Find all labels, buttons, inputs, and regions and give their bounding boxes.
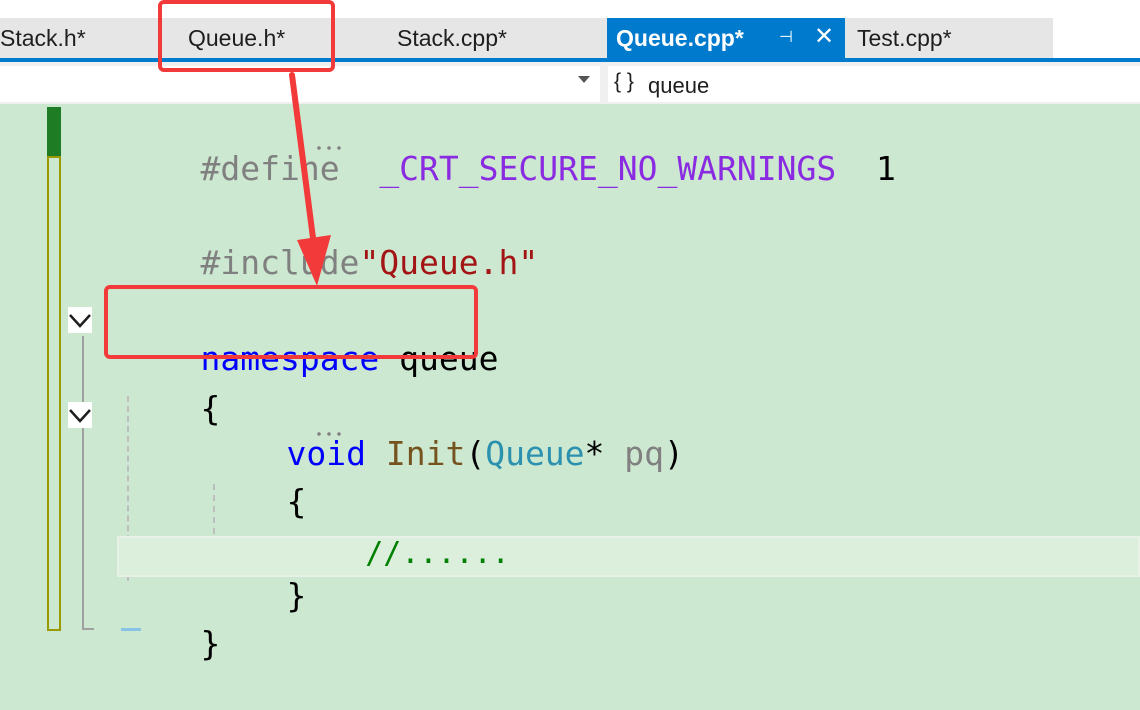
annotation-arrow [289, 72, 331, 286]
